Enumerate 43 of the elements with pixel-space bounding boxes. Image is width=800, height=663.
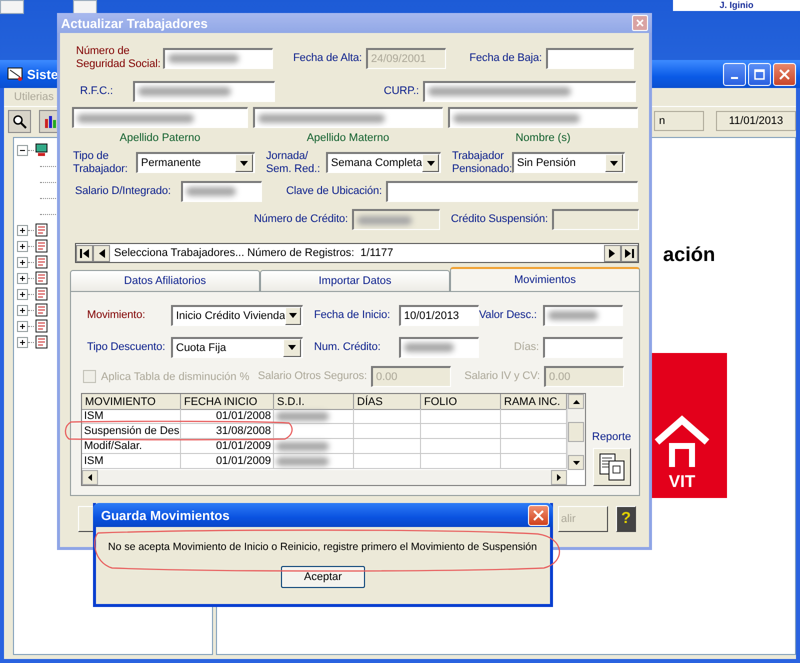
field-label: Salario IV y CV: xyxy=(464,370,541,383)
date-field: 11/01/2013 xyxy=(716,111,796,131)
field-label: CURP.: xyxy=(384,84,420,98)
field-label: Número de Crédito: xyxy=(254,213,349,226)
field-label: Num. Crédito: xyxy=(313,340,382,354)
table-cell: ISM xyxy=(82,454,181,469)
field-label: Clave de Ubicación: xyxy=(286,184,383,198)
field-caption: Nombre (s) xyxy=(515,132,570,144)
field-label: Fecha de Inicio: xyxy=(313,308,392,322)
status-field: n xyxy=(654,111,704,131)
field-label: Número de Seguridad Social: xyxy=(76,45,162,71)
dialog-title: Guarda Movimientos xyxy=(101,508,231,522)
field-label: R.F.C.: xyxy=(80,84,114,98)
field-caption: Apellido Materno xyxy=(306,132,390,144)
field-label: Días: xyxy=(514,340,540,354)
field-label: Tipo de Trabajador: xyxy=(73,150,129,176)
field-label: Jornada/ Sem. Red.: xyxy=(265,150,322,176)
window-title: Siste xyxy=(27,66,58,82)
table-cell: 01/01/2009 xyxy=(181,439,274,454)
window-title: Actualizar Trabajadores xyxy=(61,16,209,30)
table-cell: 01/01/2009 xyxy=(181,454,274,469)
table-cell: Suspensión de Des xyxy=(82,424,181,439)
field-label: Fecha de Baja: xyxy=(469,52,543,64)
report-label: Reporte xyxy=(592,431,632,443)
field-label: Trabajador Pensionado: xyxy=(451,150,512,176)
field-label: Salario Otros Seguros: xyxy=(258,370,368,383)
user-name: J. Iginio xyxy=(673,0,800,11)
table-cell: ISM xyxy=(82,409,181,424)
field-caption: Apellido Paterno xyxy=(120,132,200,144)
field-label: Fecha de Alta: xyxy=(293,52,363,64)
dialog-message: No se acepta Movimiento de Inicio o Reinicio, registre primero el Movimiento de Suspensión xyxy=(108,541,537,554)
checkbox-label: Aplica Tabla de disminución % xyxy=(101,370,250,382)
page-heading: ación xyxy=(663,244,716,267)
logo-text: VIT xyxy=(668,472,696,492)
table-cell: 31/08/2008 xyxy=(181,424,274,439)
field-label: Crédito Suspensión: xyxy=(450,213,549,226)
field-label: Salario D/Integrado: xyxy=(75,184,172,198)
field-label: Valor Desc.: xyxy=(479,308,538,322)
table-cell: 01/01/2008 xyxy=(181,409,274,424)
table-cell: Modif/Salar. xyxy=(82,439,181,454)
field-label: Movimiento: xyxy=(87,308,146,322)
field-label: Tipo Descuento: xyxy=(87,340,166,354)
record-navigator-text: Selecciona Trabajadores... Número de Registros: 1/1177 xyxy=(113,247,394,259)
